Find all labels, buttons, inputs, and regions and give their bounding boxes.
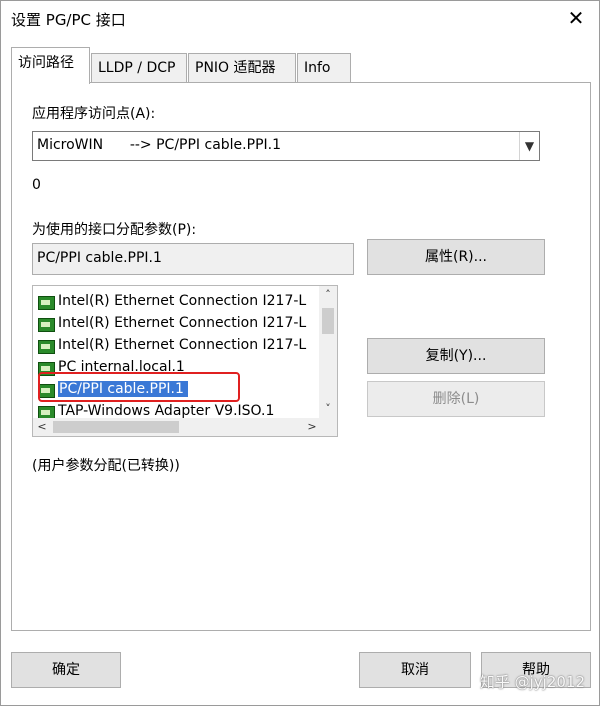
chevron-left-icon[interactable]: < <box>33 418 51 436</box>
delete-button: 删除(L) <box>367 381 545 417</box>
network-adapter-icon <box>38 296 55 310</box>
tab-lldp-dcp[interactable]: LLDP / DCP <box>91 53 187 83</box>
access-point-label: 应用程序访问点(A): <box>32 106 156 122</box>
dialog-window: 设置 PG/PC 接口 ✕ 访问路径 LLDP / DCP PNIO 适配器 I… <box>0 0 600 706</box>
copy-button[interactable]: 复制(Y)... <box>367 338 545 374</box>
watermark: 知乎 @jyj2012 <box>479 673 585 691</box>
close-icon[interactable]: ✕ <box>561 3 591 33</box>
scrollbar-thumb[interactable] <box>53 421 179 433</box>
scrollbar-corner <box>319 418 337 436</box>
horizontal-scrollbar[interactable]: < > <box>33 418 321 436</box>
title-bar: 设置 PG/PC 接口 ✕ <box>1 1 599 35</box>
network-adapter-icon <box>38 362 55 376</box>
access-point-value: MicroWIN --> PC/PPI cable.PPI.1 <box>37 137 281 153</box>
chevron-down-icon[interactable]: ˅ <box>319 400 337 418</box>
network-adapter-icon <box>38 318 55 332</box>
interface-params-value: PC/PPI cable.PPI.1 <box>37 250 162 266</box>
tab-info[interactable]: Info <box>297 53 351 83</box>
chevron-up-icon[interactable]: ˄ <box>319 286 337 304</box>
ok-button[interactable]: 确定 <box>11 652 121 688</box>
scrollbar-thumb[interactable] <box>322 308 334 334</box>
tab-access-path[interactable]: 访问路径 <box>11 47 90 84</box>
window-title: 设置 PG/PC 接口 <box>11 11 126 29</box>
network-adapter-icon <box>38 340 55 354</box>
access-point-dropdown[interactable]: MicroWIN --> PC/PPI cable.PPI.1 ▼ <box>32 131 540 161</box>
user-param-note: (用户参数分配(已转换)) <box>32 458 180 474</box>
interface-params-label: 为使用的接口分配参数(P): <box>32 222 197 238</box>
tab-strip: 访问路径 LLDP / DCP PNIO 适配器 Info <box>11 47 591 84</box>
status-code: 0 <box>32 177 41 193</box>
interface-params-field[interactable]: PC/PPI cable.PPI.1 <box>32 243 354 275</box>
tab-panel: 应用程序访问点(A): MicroWIN --> PC/PPI cable.PP… <box>11 82 591 631</box>
properties-button[interactable]: 属性(R)... <box>367 239 545 275</box>
network-adapter-icon <box>38 384 55 398</box>
tab-pnio-adapter[interactable]: PNIO 适配器 <box>188 53 296 83</box>
interface-list[interactable]: Intel(R) Ethernet Connection I217-L Inte… <box>32 285 338 437</box>
chevron-down-icon[interactable]: ▼ <box>519 132 539 160</box>
cancel-button[interactable]: 取消 <box>359 652 471 688</box>
vertical-scrollbar[interactable]: ˄ ˅ <box>319 286 337 420</box>
